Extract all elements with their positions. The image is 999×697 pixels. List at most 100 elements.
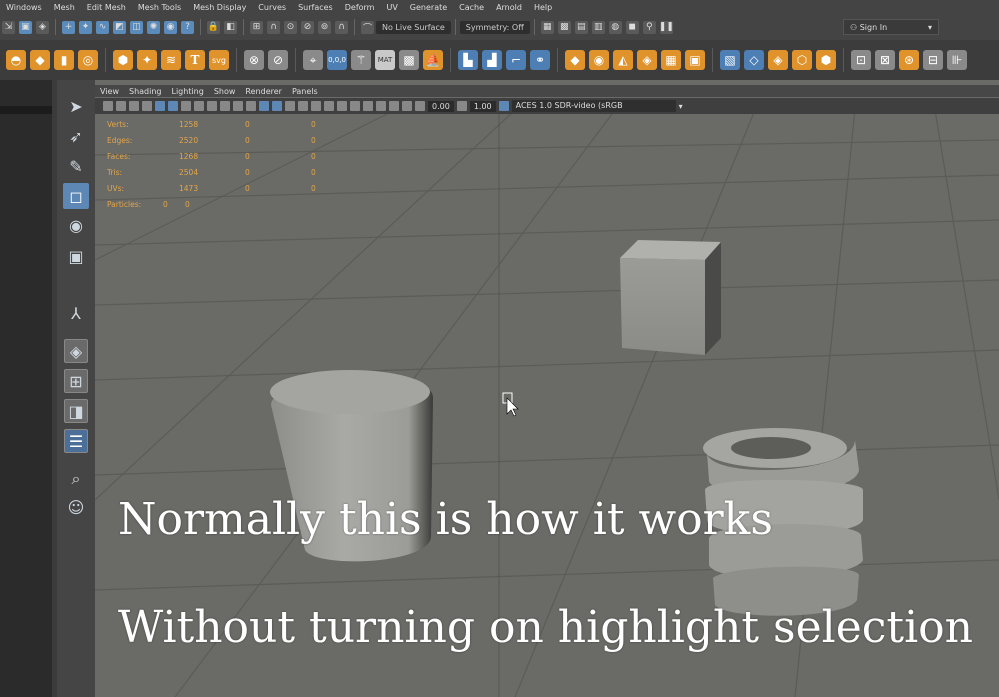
textured-icon[interactable] [298, 101, 308, 111]
uv-editor-icon[interactable]: ⬢ [816, 50, 836, 70]
hypershade-icon[interactable]: ◍ [608, 20, 622, 34]
edgeloop-icon[interactable]: ▣ [685, 50, 705, 70]
camera-select-icon[interactable] [103, 101, 113, 111]
resolution-gate-icon[interactable] [194, 101, 204, 111]
object-mode-icon[interactable]: ▣ [19, 20, 32, 34]
center-pivot-icon[interactable]: ⌖ [303, 50, 323, 70]
shadows-icon[interactable] [324, 101, 334, 111]
vp-menu-shading[interactable]: Shading [124, 87, 167, 96]
fill-hole-icon[interactable]: ◉ [589, 50, 609, 70]
hierarchy-mode-icon[interactable]: ⇲ [2, 20, 15, 34]
render-view-icon[interactable]: ◼ [625, 20, 639, 34]
collapse-icon[interactable]: ◭ [613, 50, 633, 70]
last-tool-icon[interactable]: ⅄ [63, 300, 89, 326]
film-gate-icon[interactable] [181, 101, 191, 111]
ao-icon[interactable] [337, 101, 347, 111]
bevel-icon[interactable]: ⌐ [506, 50, 526, 70]
render-icon[interactable]: ▩ [557, 20, 571, 34]
menu-mesh[interactable]: Mesh [48, 3, 81, 12]
xray-joints-icon[interactable] [402, 101, 412, 111]
menu-uv[interactable]: UV [380, 3, 403, 12]
bool-icon[interactable]: ⚭ [530, 50, 550, 70]
select-by-deform-icon[interactable]: ◫ [130, 20, 143, 34]
camera-map-icon[interactable]: ⬡ [792, 50, 812, 70]
select-by-misc-icon[interactable]: ? [181, 20, 194, 34]
exposure-field[interactable]: 0.00 [428, 100, 454, 112]
menu-mesh-display[interactable]: Mesh Display [187, 3, 252, 12]
sculpt-icon[interactable]: ⛵ [423, 50, 443, 70]
component-mode-icon[interactable]: ◈ [36, 20, 49, 34]
gamma-icon[interactable] [456, 101, 467, 111]
poly-cylinder-icon[interactable]: ▮ [54, 50, 74, 70]
two-view-icon[interactable]: ◨ [64, 399, 88, 423]
chevron-down-icon[interactable]: ▾ [679, 102, 683, 111]
scale-tool-icon[interactable]: ▣ [63, 243, 89, 269]
menu-edit-mesh[interactable]: Edit Mesh [81, 3, 132, 12]
ipr-render-icon[interactable]: ▤ [574, 20, 588, 34]
vp-menu-view[interactable]: View [95, 87, 124, 96]
xray-icon[interactable] [389, 101, 399, 111]
paint-select-tool-icon[interactable]: ✎ [63, 153, 89, 179]
symmetry-dropdown[interactable]: Symmetry: Off [459, 20, 530, 34]
material-icon[interactable]: MAT [375, 50, 395, 70]
append-icon[interactable]: ◆ [565, 50, 585, 70]
single-view-icon[interactable]: ◈ [64, 339, 88, 363]
dof-icon[interactable] [363, 101, 373, 111]
arnold-icon[interactable]: ⚲ [642, 20, 656, 34]
safe-title-icon[interactable] [246, 101, 256, 111]
image-plane-icon[interactable] [142, 101, 152, 111]
select-by-dynamic-icon[interactable]: ✺ [147, 20, 160, 34]
lights-icon[interactable] [311, 101, 321, 111]
columns-icon[interactable]: ⊪ [947, 50, 967, 70]
select-by-joint-icon[interactable]: ✦ [79, 20, 92, 34]
snap-surface-icon[interactable]: ⊚ [318, 20, 331, 34]
smooth-icon[interactable]: ▩ [399, 50, 419, 70]
select-by-curve-icon[interactable]: ∿ [96, 20, 109, 34]
smooth-shade-icon[interactable] [272, 101, 282, 111]
cylindrical-map-icon[interactable]: ◇ [744, 50, 764, 70]
frame-icon[interactable]: ⊡ [851, 50, 871, 70]
menu-arnold[interactable]: Arnold [490, 3, 528, 12]
snap-grid-icon[interactable]: ⊞ [250, 20, 263, 34]
poly-text-icon[interactable]: T [185, 50, 205, 70]
delete-history-icon[interactable]: ⚚ [351, 50, 371, 70]
merge-icon[interactable]: ◈ [637, 50, 657, 70]
color-management-icon[interactable] [498, 101, 509, 111]
view-transform-dropdown[interactable]: ACES 1.0 SDR-video (sRGB [511, 100, 676, 112]
field-chart-icon[interactable] [220, 101, 230, 111]
checker-icon[interactable]: ⊛ [899, 50, 919, 70]
grease-pencil-icon[interactable] [155, 101, 165, 111]
menu-deform[interactable]: Deform [339, 3, 381, 12]
search-icon[interactable]: ⌕ [63, 466, 89, 492]
render-settings-icon[interactable]: ▥ [591, 20, 605, 34]
grid-toggle-icon[interactable] [168, 101, 178, 111]
poly-sphere-icon[interactable]: ◓ [6, 50, 26, 70]
poly-helix-icon[interactable]: ≋ [161, 50, 181, 70]
safe-action-icon[interactable] [233, 101, 243, 111]
multicut-icon[interactable]: ▦ [661, 50, 681, 70]
menu-help[interactable]: Help [528, 3, 558, 12]
vp-menu-renderer[interactable]: Renderer [240, 87, 287, 96]
planar-map-icon[interactable]: ▧ [720, 50, 740, 70]
menu-mesh-tools[interactable]: Mesh Tools [132, 3, 187, 12]
snap-live-icon[interactable]: ∩ [335, 20, 348, 34]
antialias-icon[interactable] [350, 101, 360, 111]
sign-in-dropdown[interactable]: ⚇ Sign In ▾ [843, 19, 939, 35]
select-tool-icon[interactable]: ➤ [63, 93, 89, 119]
snap-view-icon[interactable]: ⊘ [301, 20, 314, 34]
poly-svg-icon[interactable]: svg [209, 50, 229, 70]
vp-menu-panels[interactable]: Panels [287, 87, 323, 96]
layout-icon[interactable]: ⊟ [923, 50, 943, 70]
live-surface-field[interactable]: No Live Surface [376, 20, 451, 34]
outliner-view-icon[interactable]: ☰ [64, 429, 88, 453]
menu-windows[interactable]: Windows [0, 3, 48, 12]
combine-icon[interactable]: ⊗ [244, 50, 264, 70]
poly-torus-icon[interactable]: ◎ [78, 50, 98, 70]
lasso-tool-icon[interactable]: ➶ [63, 123, 89, 149]
menu-generate[interactable]: Generate [404, 3, 453, 12]
freeze-transform-icon[interactable]: 0,0,0 [327, 50, 347, 70]
cross-icon[interactable]: ⊠ [875, 50, 895, 70]
poly-cube-icon[interactable]: ◆ [30, 50, 50, 70]
select-by-render-icon[interactable]: ◉ [164, 20, 177, 34]
highlight-icon[interactable]: ◧ [224, 20, 237, 34]
